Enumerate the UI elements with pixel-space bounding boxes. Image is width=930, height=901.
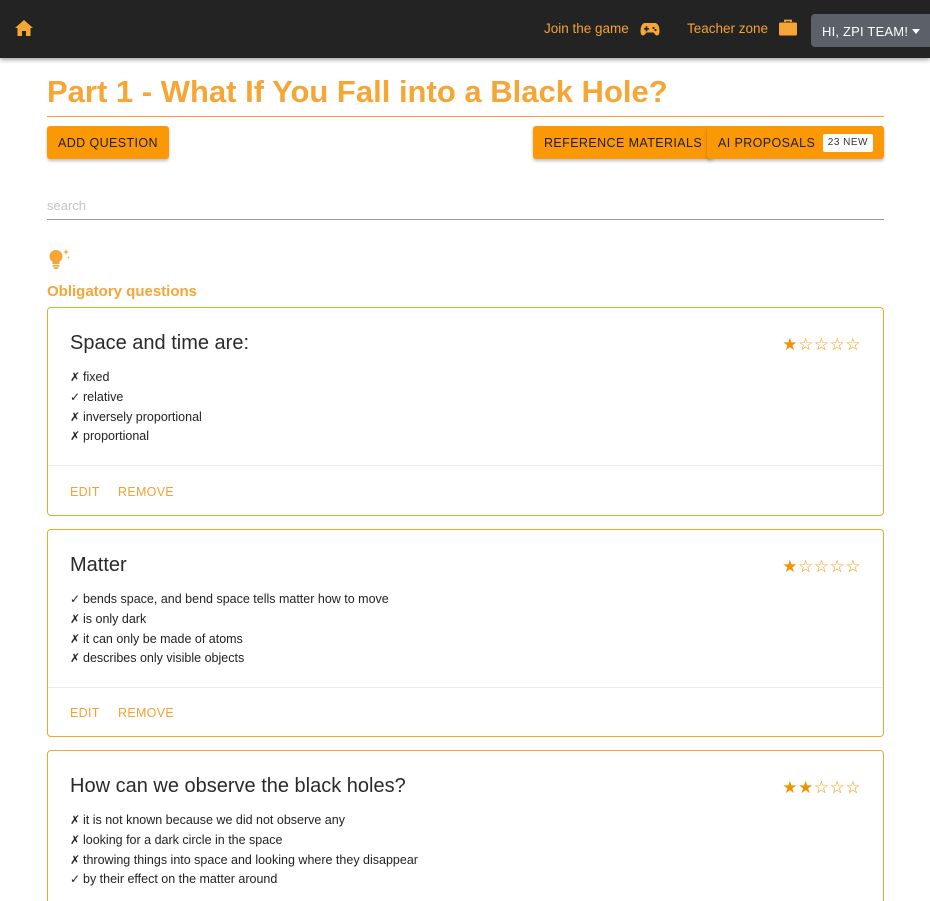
briefcase-icon[interactable] [778,18,798,38]
answer-text: it can only be made of atoms [83,631,243,646]
card-divider [48,465,883,466]
home-icon[interactable] [14,18,34,38]
answer-list: ✗ it is not known because we did not obse… [70,811,418,890]
answer-item: ✗ it is not known because we did not obse… [70,811,418,831]
incorrect-mark-icon: ✗ [70,370,81,384]
answer-text: throwing things into space and looking w… [83,852,418,867]
answer-item: ✗ looking for a dark circle in the space [70,831,418,851]
join-game-link[interactable]: Join the game [544,21,629,36]
teacher-zone-link[interactable]: Teacher zone [687,21,768,36]
answer-text: bends space, and bend space tells matter… [83,592,389,606]
incorrect-mark-icon: ✗ [70,651,81,666]
search-input[interactable] [47,188,884,220]
answer-list: ✓ bends space, and bend space tells matte… [70,590,389,669]
question-title: How can we observe the black holes? [70,775,406,797]
edit-button[interactable]: EDIT [70,485,100,499]
question-card: Space and time are: ★☆☆☆☆ ✗ fixed ✓ relati… [47,307,884,516]
incorrect-mark-icon: ✗ [70,429,81,444]
correct-mark-icon: ✓ [70,592,81,606]
incorrect-mark-icon: ✗ [70,611,81,626]
correct-mark-icon: ✓ [70,389,81,404]
gamepad-icon[interactable] [640,19,660,39]
answer-text: inversely proportional [83,409,202,424]
incorrect-mark-icon: ✗ [70,813,81,827]
new-proposals-badge: 23 NEW [822,134,873,152]
caret-down-icon [912,29,920,34]
answer-text: it is not known because we did not obser… [83,813,345,827]
answer-item: ✗ throwing things into space and looking … [70,851,418,871]
answer-item: ✗ proportional [70,427,202,447]
answer-text: relative [83,389,124,404]
incorrect-mark-icon: ✗ [70,631,81,646]
question-title: Matter [70,554,127,576]
answer-text: fixed [83,370,110,384]
reference-materials-button[interactable]: REFERENCE MATERIALS [533,126,714,159]
obligatory-questions-heading: Obligatory questions [47,283,198,300]
answer-item: ✗ it can only be made of atoms [70,630,389,650]
title-divider [47,116,884,117]
incorrect-mark-icon: ✗ [70,852,81,867]
difficulty-stars: ★☆☆☆☆ [782,335,861,355]
page-title: Part 1 - What If You Fall into a Black H… [47,74,668,109]
question-card: How can we observe the black holes? ★★☆☆… [47,750,884,901]
lightbulb-sparkle-icon[interactable] [47,247,71,271]
remove-button[interactable]: REMOVE [118,485,174,499]
answer-item: ✓ relative [70,388,202,408]
answer-text: looking for a dark circle in the space [83,832,283,847]
top-navbar: Join the game Teacher zone HI, ZPI TEAM! [0,0,930,58]
answer-item: ✓ by their effect on the matter around [70,870,418,890]
answer-list: ✗ fixed ✓ relative ✗ inversely proportional… [70,368,202,447]
question-title: Space and time are: [70,332,249,354]
incorrect-mark-icon: ✗ [70,409,81,424]
ai-proposals-label: AI PROPOSALS [718,136,816,150]
incorrect-mark-icon: ✗ [70,832,81,847]
correct-mark-icon: ✓ [70,872,81,887]
answer-item: ✗ describes only visible objects [70,649,389,669]
user-menu-label: HI, ZPI TEAM! [822,24,909,39]
answer-item: ✓ bends space, and bend space tells matte… [70,590,389,610]
answer-text: proportional [83,429,150,444]
answer-text: is only dark [83,611,147,626]
remove-button[interactable]: REMOVE [118,706,174,720]
answer-item: ✗ inversely proportional [70,408,202,428]
question-card: Matter ★☆☆☆☆ ✓ bends space, and bend spac… [47,529,884,737]
answer-text: by their effect on the matter around [83,872,278,887]
answer-item: ✗ fixed [70,368,202,388]
add-question-button[interactable]: ADD QUESTION [47,126,169,159]
card-divider [48,687,883,688]
answer-item: ✗ is only dark [70,610,389,630]
answer-text: describes only visible objects [83,651,245,666]
difficulty-stars: ★★☆☆☆ [782,778,861,798]
ai-proposals-button[interactable]: AI PROPOSALS 23 NEW [707,126,884,159]
user-menu-button[interactable]: HI, ZPI TEAM! [811,14,930,47]
edit-button[interactable]: EDIT [70,706,100,720]
difficulty-stars: ★☆☆☆☆ [782,557,861,577]
